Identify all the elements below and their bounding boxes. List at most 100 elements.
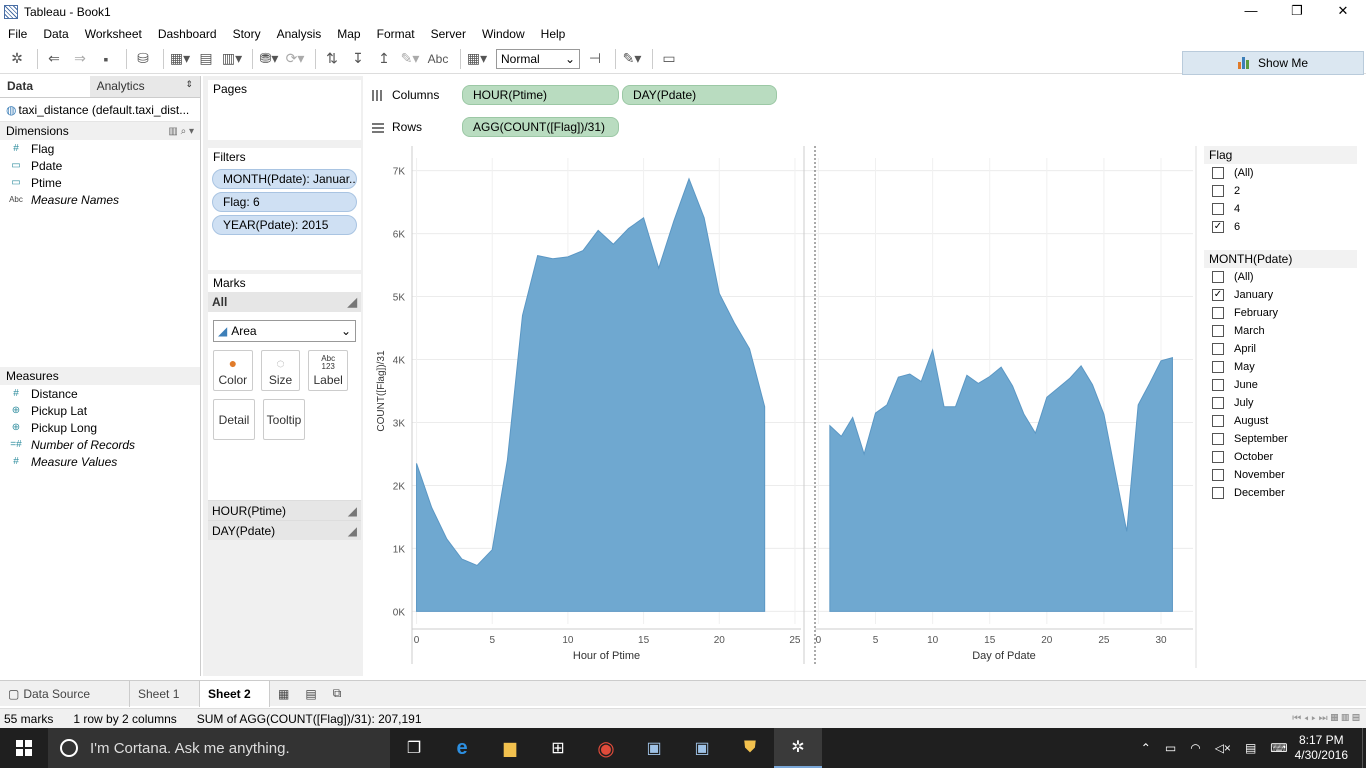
area-chart[interactable]: 0K 1K 2K 3K 4K 5K 6K 7K COUNT([Flag])/31 0 5 10 15 20… — [368, 146, 1197, 668]
filter-option[interactable]: ✓ 6 — [1204, 218, 1357, 236]
file-explorer-icon[interactable]: ▆ — [486, 728, 534, 768]
filter-option[interactable]: February — [1204, 304, 1357, 322]
marks-hour-row[interactable]: HOUR(Ptime) ◢ — [208, 500, 361, 520]
filter-option[interactable]: March — [1204, 322, 1357, 340]
filter-pill[interactable]: Flag: 6 — [212, 192, 357, 212]
checkbox[interactable] — [1212, 167, 1224, 179]
rows-shelf[interactable]: Rows AGG(COUNT([Flag])/31) — [366, 114, 1362, 140]
sort-descending-icon[interactable]: ↥ — [373, 49, 395, 69]
field-ptime[interactable]: ▭ Ptime — [0, 174, 200, 191]
clear-sheet-icon[interactable]: ▥▾ — [221, 49, 243, 69]
back-icon[interactable]: ⇐ — [43, 49, 65, 69]
filter-option[interactable]: July — [1204, 394, 1357, 412]
mark-type-select[interactable]: ◢ Area ⌄ — [213, 320, 356, 342]
new-sheet-icon[interactable]: ▦ — [270, 681, 297, 707]
chart-view[interactable]: 0K 1K 2K 3K 4K 5K 6K 7K COUNT([Flag])/31 0 5 10 15 20… — [368, 146, 1197, 668]
filter-option[interactable]: November — [1204, 466, 1357, 484]
filter-option[interactable]: (All) — [1204, 268, 1357, 286]
menu-analysis[interactable]: Analysis — [269, 27, 330, 41]
detail-button[interactable]: Detail — [213, 399, 255, 440]
chrome-icon[interactable]: ◉ — [582, 728, 630, 768]
filter-option[interactable]: June — [1204, 376, 1357, 394]
tab-data[interactable]: Data — [0, 76, 90, 97]
filter-pill[interactable]: YEAR(Pdate): 2015 — [212, 215, 357, 235]
checkbox[interactable] — [1212, 379, 1224, 391]
marks-all-row[interactable]: All ◢ — [208, 292, 361, 312]
marks-day-row[interactable]: DAY(Pdate) ◢ — [208, 520, 361, 540]
filter-option[interactable]: August — [1204, 412, 1357, 430]
notification-icon[interactable]: ▤ — [1245, 741, 1256, 755]
checkbox[interactable] — [1212, 185, 1224, 197]
restore-icon[interactable]: ❐ — [1274, 0, 1320, 24]
filter-option[interactable]: (All) — [1204, 164, 1357, 182]
columns-pill-day[interactable]: DAY(Pdate) — [622, 85, 777, 105]
checkbox[interactable] — [1212, 271, 1224, 283]
save-icon[interactable]: ▪ — [95, 49, 117, 69]
field-number-of-records[interactable]: =# Number of Records — [0, 436, 200, 453]
columns-shelf[interactable]: Columns HOUR(Ptime) DAY(Pdate) — [366, 82, 1362, 108]
filter-option[interactable]: 4 — [1204, 200, 1357, 218]
chevron-up-icon[interactable]: ⌃ — [1141, 741, 1151, 755]
tab-sheet-2[interactable]: Sheet 2 — [200, 680, 270, 707]
new-datasource-icon[interactable]: ⛁ — [132, 49, 154, 69]
menu-dashboard[interactable]: Dashboard — [150, 27, 225, 41]
label-button[interactable]: Abc 123 Label — [308, 350, 349, 391]
show-labels-button[interactable]: Abc — [425, 49, 451, 69]
store-icon[interactable]: ⊞ — [534, 728, 582, 768]
tab-menu-icon[interactable]: ⇕ — [185, 79, 193, 94]
pen-icon[interactable]: ✎▾ — [621, 49, 643, 69]
field-measure-values[interactable]: # Measure Values — [0, 453, 200, 470]
filter-pill[interactable]: MONTH(Pdate): Januar.. — [212, 169, 357, 189]
cortana-search[interactable]: I'm Cortana. Ask me anything. — [48, 728, 390, 768]
pin-icon[interactable]: ⊣ — [584, 49, 606, 69]
menu-worksheet[interactable]: Worksheet — [77, 27, 150, 41]
forward-icon[interactable]: ⇒ — [69, 49, 91, 69]
field-pickup-lat[interactable]: ⊕ Pickup Lat — [0, 402, 200, 419]
windows-start-icon[interactable] — [0, 728, 48, 768]
highlight-icon[interactable]: ✎▾ — [399, 49, 421, 69]
checkbox[interactable]: ✓ — [1212, 289, 1224, 301]
refresh-icon[interactable]: ⟳▾ — [284, 49, 306, 69]
new-story-icon[interactable]: ⧉ — [325, 681, 350, 707]
task-view-icon[interactable]: ❐ — [390, 728, 438, 768]
sort-ascending-icon[interactable]: ↧ — [347, 49, 369, 69]
field-distance[interactable]: # Distance — [0, 385, 200, 402]
field-pdate[interactable]: ▭ Pdate — [0, 157, 200, 174]
rows-pill-count[interactable]: AGG(COUNT([Flag])/31) — [462, 117, 619, 137]
new-dashboard-icon[interactable]: ▤ — [297, 681, 324, 707]
clock[interactable]: 8:17 PM 4/30/2016 — [1295, 733, 1348, 763]
menu-map[interactable]: Map — [329, 27, 368, 41]
tab-sheet-1[interactable]: Sheet 1 — [130, 680, 200, 707]
tab-analytics[interactable]: Analytics ⇕ — [89, 76, 200, 97]
tableau-reader-icon[interactable]: ▣ — [630, 728, 678, 768]
battery-icon[interactable]: ▭ — [1165, 741, 1176, 755]
checkbox[interactable] — [1212, 451, 1224, 463]
new-worksheet-icon[interactable]: ▦▾ — [169, 49, 191, 69]
field-pickup-long[interactable]: ⊕ Pickup Long — [0, 419, 200, 436]
checkbox[interactable] — [1212, 433, 1224, 445]
dimensions-tools-icon[interactable]: ▥ ⌕ ▾ — [168, 126, 194, 137]
checkbox[interactable] — [1212, 203, 1224, 215]
tableau-icon-2[interactable]: ▣ — [678, 728, 726, 768]
area-series-0[interactable] — [416, 177, 766, 612]
size-button[interactable]: ◌ Size — [260, 350, 301, 391]
tableau-logo-icon[interactable]: ✲ — [6, 49, 28, 69]
checkbox[interactable] — [1212, 397, 1224, 409]
tab-data-source[interactable]: ▢ Data Source — [0, 680, 130, 707]
filter-option[interactable]: October — [1204, 448, 1357, 466]
datasource-item[interactable]: ◍ taxi_distance (default.taxi_dist... — [0, 98, 200, 122]
presentation-icon[interactable]: ▦▾ — [466, 49, 488, 69]
area-series-1[interactable] — [829, 348, 1173, 612]
field-flag[interactable]: # Flag — [0, 140, 200, 157]
edge-icon[interactable]: e — [438, 728, 486, 768]
tableau-active-icon[interactable]: ✲ — [774, 728, 822, 768]
menu-data[interactable]: Data — [35, 27, 76, 41]
checkbox[interactable] — [1212, 325, 1224, 337]
field-measure-names[interactable]: Abc Measure Names — [0, 191, 200, 208]
filter-option[interactable]: May — [1204, 358, 1357, 376]
menu-format[interactable]: Format — [369, 27, 423, 41]
fit-select[interactable]: Normal ⌄ — [496, 48, 580, 69]
volume-icon[interactable]: ◁× — [1215, 741, 1231, 755]
filter-option[interactable]: ✓ January — [1204, 286, 1357, 304]
menu-window[interactable]: Window — [474, 27, 533, 41]
